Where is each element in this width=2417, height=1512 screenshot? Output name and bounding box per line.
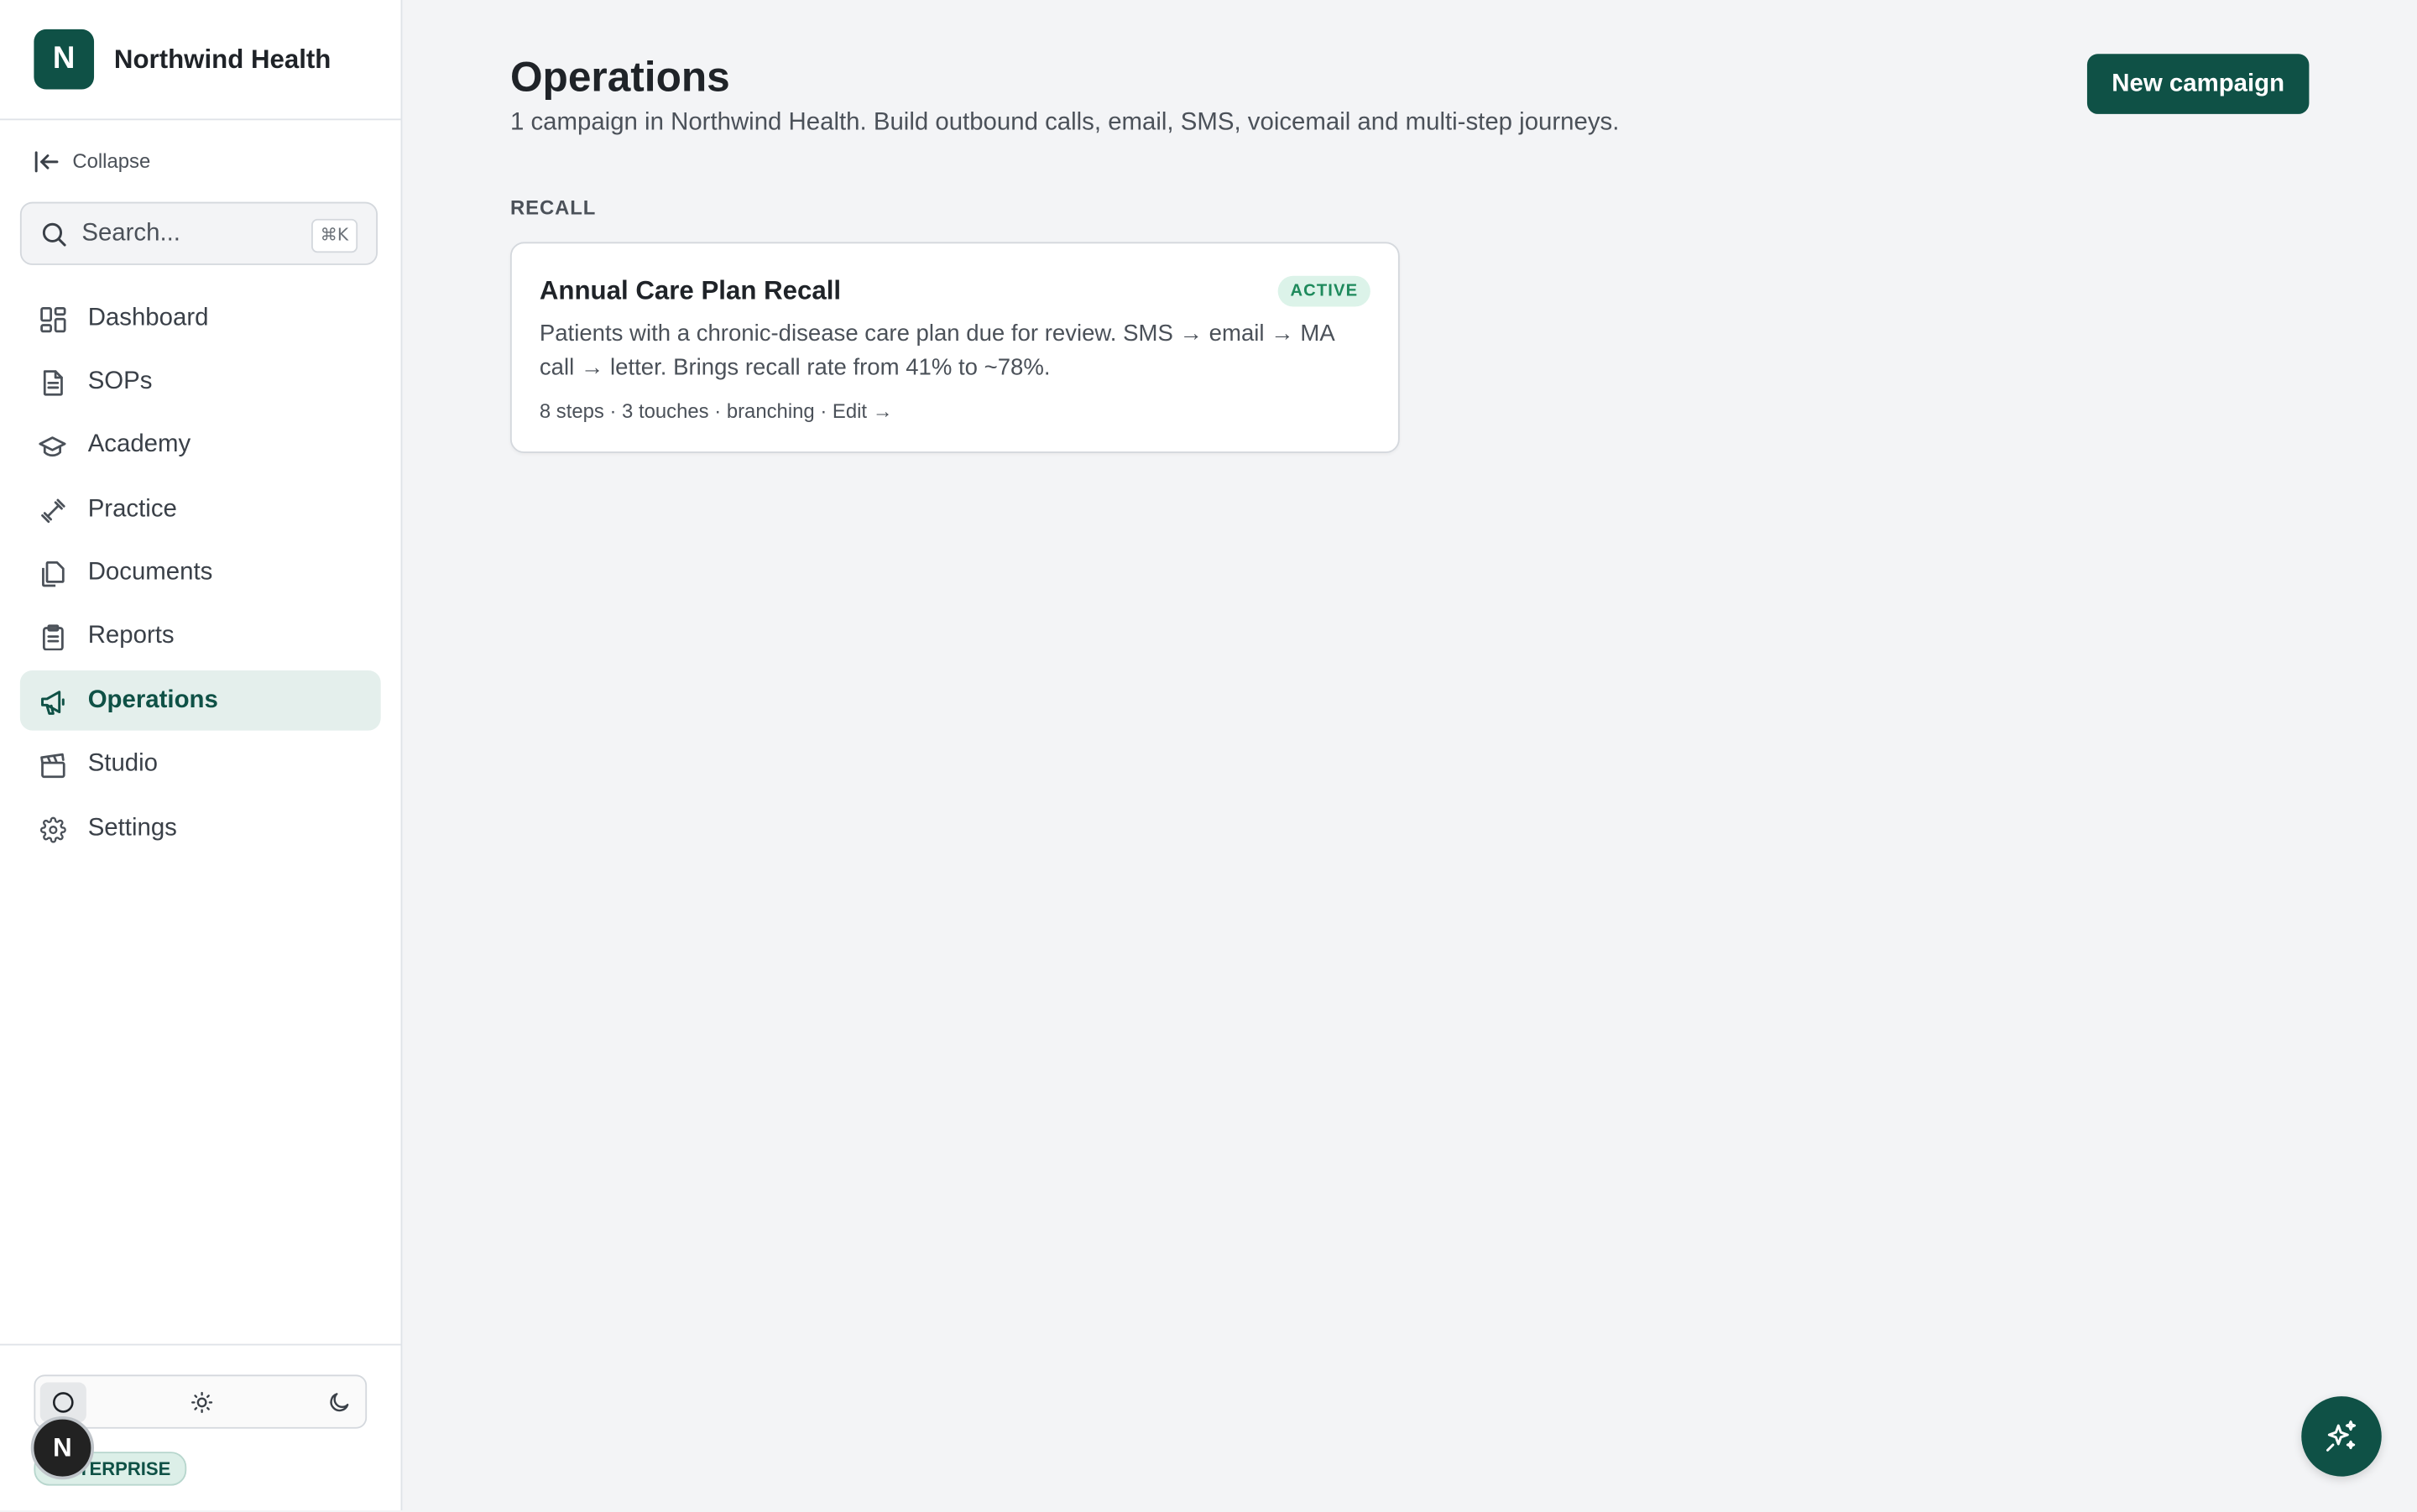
sidebar-item-label: Operations — [87, 686, 218, 714]
document-icon — [39, 369, 66, 397]
page-title: Operations — [509, 54, 730, 101]
sidebar-nav: Dashboard SOPs Academy Practice Document… — [19, 288, 381, 862]
new-campaign-button[interactable]: New campaign — [2086, 54, 2310, 114]
sidebar-item-label: SOPs — [87, 368, 153, 395]
campaign-meta[interactable]: 8 steps · 3 touches · branching · Edit → — [540, 399, 893, 423]
sidebar-item-operations[interactable]: Operations — [19, 670, 381, 732]
sidebar-item-label: Academy — [87, 431, 191, 459]
sidebar-item-label: Studio — [87, 750, 159, 778]
section-label: RECALL — [509, 196, 597, 219]
sidebar-item-documents[interactable]: Documents — [20, 544, 381, 604]
sidebar-item-academy[interactable]: Academy — [20, 416, 381, 477]
sidebar-item-label: Reports — [87, 623, 175, 650]
dashboard-icon — [39, 305, 66, 333]
sparkles-icon — [2326, 1420, 2357, 1452]
files-icon — [39, 560, 66, 588]
workspace-logo: N — [34, 29, 95, 90]
collapse-left-icon — [34, 150, 59, 172]
collapse-label: Collapse — [72, 149, 151, 173]
user-avatar[interactable]: N — [30, 1416, 95, 1480]
page-subtitle: 1 campaign in Northwind Health. Build ou… — [509, 109, 1620, 136]
search-box[interactable]: ⌘K — [19, 201, 378, 265]
clapperboard-icon — [39, 752, 66, 779]
search-input[interactable] — [81, 216, 298, 252]
workspace-header[interactable]: N Northwind Health — [0, 0, 401, 121]
sidebar-item-label: Practice — [87, 495, 177, 523]
theme-dark-button[interactable] — [316, 1383, 363, 1423]
sidebar-item-studio[interactable]: Studio — [20, 735, 381, 795]
collapse-sidebar-button[interactable]: Collapse — [34, 149, 150, 173]
campaign-title: Annual Care Plan Recall — [539, 275, 842, 305]
gear-icon — [39, 816, 66, 843]
theme-switcher — [34, 1374, 368, 1429]
sidebar-item-label: Settings — [87, 814, 177, 842]
sidebar-item-settings[interactable]: Settings — [20, 799, 381, 859]
clipboard-icon — [39, 624, 66, 652]
sidebar: N Northwind Health Collapse ⌘K Dashboard… — [0, 0, 403, 1512]
sidebar-item-sops[interactable]: SOPs — [20, 352, 381, 412]
sidebar-item-label: Dashboard — [87, 304, 209, 331]
sidebar-item-dashboard[interactable]: Dashboard — [20, 288, 381, 348]
search-shortcut-hint: ⌘K — [311, 218, 358, 253]
sidebar-footer: ENTERPRISE N — [0, 1343, 401, 1512]
assistant-button[interactable] — [2301, 1396, 2382, 1477]
app-root: N Northwind Health Collapse ⌘K Dashboard… — [0, 0, 2417, 1512]
sun-icon — [191, 1391, 213, 1414]
main-content: Operations 1 campaign in Northwind Healt… — [402, 0, 2417, 1510]
search-icon — [42, 222, 66, 247]
campaign-card[interactable]: Annual Care Plan Recall ACTIVE Patients … — [509, 242, 1400, 454]
sidebar-item-practice[interactable]: Practice — [20, 480, 381, 540]
status-badge: ACTIVE — [1277, 275, 1370, 307]
sidebar-item-reports[interactable]: Reports — [20, 607, 381, 668]
sidebar-item-label: Documents — [87, 559, 213, 587]
theme-light-button[interactable] — [179, 1383, 225, 1423]
graduation-cap-icon — [39, 433, 66, 461]
system-theme-icon — [53, 1392, 74, 1413]
campaign-description: Patients with a chronic-disease care pla… — [539, 321, 1334, 381]
dumbbell-icon — [39, 497, 66, 524]
megaphone-icon — [39, 688, 66, 716]
workspace-name: Northwind Health — [113, 44, 331, 75]
moon-icon — [330, 1393, 349, 1412]
